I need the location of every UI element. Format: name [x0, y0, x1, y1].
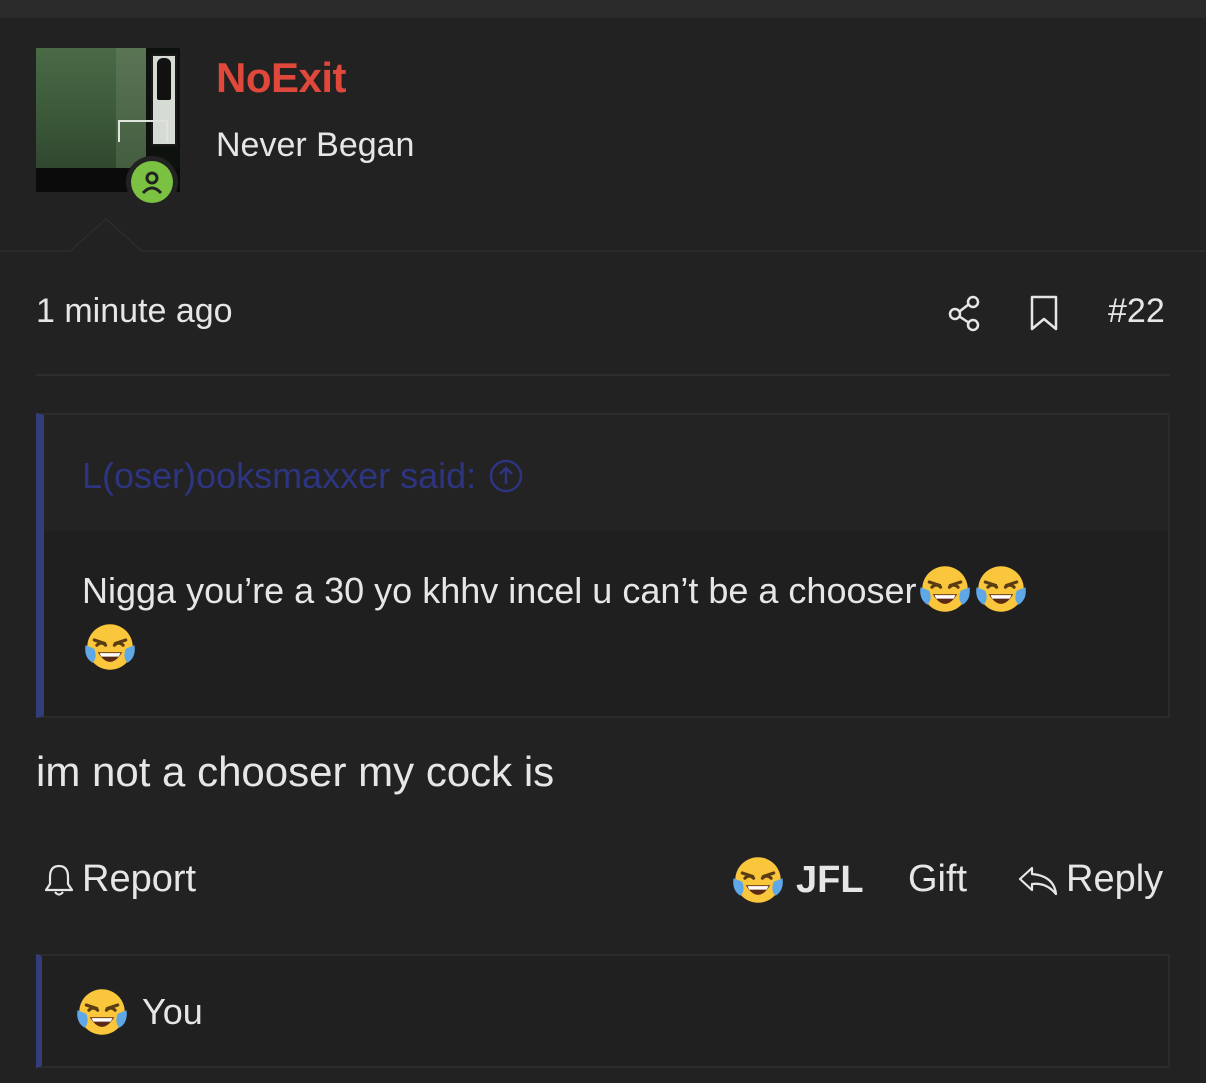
divider	[36, 374, 1170, 376]
online-person-icon	[131, 161, 173, 203]
post-timestamp[interactable]: 1 minute ago	[36, 292, 233, 331]
bookmark-icon	[1030, 295, 1058, 331]
quote-author-label: L(oser)ooksmaxxer said:	[82, 455, 477, 496]
reactions-bar[interactable]: You	[36, 954, 1170, 1068]
report-button[interactable]: Report	[42, 858, 196, 901]
tears-of-joy-emoji	[82, 619, 138, 675]
tears-of-joy-emoji	[917, 561, 973, 617]
quote-block: L(oser)ooksmaxxer said: Nigga you’re a 3…	[36, 413, 1170, 718]
react-button[interactable]: JFL	[730, 852, 864, 908]
top-strip	[0, 0, 1206, 18]
tears-of-joy-emoji	[973, 561, 1029, 617]
tears-of-joy-emoji	[730, 852, 786, 908]
reactions-user-label: You	[142, 991, 203, 1032]
reply-button[interactable]: Reply	[1016, 858, 1163, 901]
post-number-link[interactable]: #22	[1108, 292, 1165, 331]
username-link[interactable]: NoExit	[216, 54, 347, 102]
gift-button[interactable]: Gift	[908, 858, 967, 901]
reply-arrow-icon	[1018, 866, 1058, 895]
reply-label: Reply	[1066, 858, 1164, 900]
share-icon	[948, 295, 980, 332]
user-header: NoExit Never Began	[0, 18, 1206, 252]
report-label: Report	[82, 858, 197, 900]
quote-content: Nigga you’re a 30 yo khhv incel u can’t …	[82, 561, 1142, 677]
quote-text: Nigga you’re a 30 yo khhv incel u can’t …	[82, 570, 917, 611]
share-button[interactable]	[944, 292, 984, 334]
bell-icon	[44, 864, 74, 896]
tears-of-joy-emoji	[74, 984, 130, 1040]
quote-author-link[interactable]: L(oser)ooksmaxxer said:	[82, 455, 524, 497]
react-label: JFL	[796, 858, 864, 901]
post-body: im not a chooser my cock is	[36, 748, 555, 795]
bookmark-button[interactable]	[1024, 292, 1064, 334]
header-pointer	[70, 220, 142, 252]
arrow-up-circle-icon[interactable]	[488, 458, 524, 494]
user-title: Never Began	[216, 126, 415, 164]
quote-header: L(oser)ooksmaxxer said:	[44, 415, 1168, 531]
reactions-summary[interactable]: You	[74, 984, 203, 1040]
online-status-badge	[126, 156, 178, 208]
